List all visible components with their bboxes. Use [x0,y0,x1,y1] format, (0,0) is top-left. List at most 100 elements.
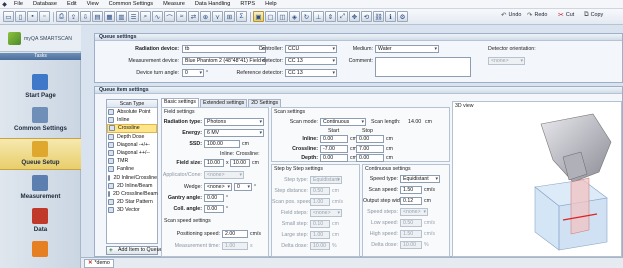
document-tab[interactable]: ✕ *demo [84,258,114,268]
menu-database[interactable]: Database [28,0,62,9]
table-icon[interactable]: ▥ [116,11,127,22]
stats-icon[interactable]: Σ [236,11,247,22]
link-icon[interactable]: ⛓ [373,11,384,22]
new-icon[interactable]: ▯ [15,11,26,22]
depth-start-field[interactable]: 0.00 [320,154,348,162]
scan-type-item[interactable]: Diagonal ++/-- [107,149,157,157]
scan-speed-field[interactable]: 1.50 [400,186,422,194]
scan-type-item[interactable]: 2D Star Pattern [107,198,157,206]
measurement-time-field[interactable]: 1.00 [222,242,248,250]
3d-view-panel[interactable]: 3D view [452,101,622,257]
measure-icon[interactable]: ⊞ [224,11,235,22]
inline-stop-field[interactable]: 0.00 [356,135,384,143]
detector-orientation-select[interactable]: <none> [488,57,525,65]
filter-icon[interactable]: ⋎ [212,11,223,22]
rotate-icon[interactable]: ↻ [301,11,312,22]
wedge-angle-select[interactable]: 0 [234,183,252,191]
radiation-type-select[interactable]: Photons [204,118,264,126]
scan-type-item[interactable]: TMR [107,157,157,165]
save-as-icon[interactable]: ▫ [39,11,50,22]
scan-type-item[interactable]: 3D Vector [107,206,157,214]
scan-type-item[interactable]: Inline [107,116,157,124]
print-icon[interactable]: ⎙ [56,11,67,22]
scan-mode-select[interactable]: Continuous [320,118,366,126]
sync-icon[interactable]: ⟲ [361,11,372,22]
tab-2d-settings[interactable]: 2D Settings [248,99,282,107]
task-analysis[interactable] [0,239,81,268]
output-step-width-field[interactable]: 0.12 [400,197,422,205]
task-common-settings[interactable]: Common Settings [0,105,81,137]
depth-stop-field[interactable]: 0.00 [356,154,384,162]
gantry-angle-field[interactable]: 0.00 [204,194,224,202]
speed-steps-select[interactable]: <none> [400,208,428,216]
crossline-start-field[interactable]: -7.00 [320,145,348,153]
app-system-icon[interactable]: ◆ [0,0,9,9]
field-size-crossline-field[interactable]: 10.00 [230,159,250,167]
scan-type-item[interactable]: 2D Inline/Crossline [107,174,157,182]
analyze-icon[interactable]: ∿ [152,11,163,22]
medium-select[interactable]: Water [375,45,439,53]
redo-button[interactable]: ↷ Redo [527,11,547,19]
fit-icon[interactable]: ⤢ [337,11,348,22]
scan-type-item[interactable]: Absolute Point [107,108,157,116]
compare-icon[interactable]: ⇄ [188,11,199,22]
grid-icon[interactable]: ▦ [104,11,115,22]
menu-data-handling[interactable]: Data Handling [190,0,235,9]
axes-icon[interactable]: ⊥ [313,11,324,22]
field-size-inline-field[interactable]: 10.00 [204,159,224,167]
info-icon[interactable]: ℹ [385,11,396,22]
pan-icon[interactable]: ✥ [349,11,360,22]
settings-icon[interactable]: ⚙ [397,11,408,22]
merge-icon[interactable]: ⊕ [200,11,211,22]
crossline-stop-field[interactable]: 7.00 [356,145,384,153]
device-turn-angle-select[interactable]: 0 [182,69,204,77]
task-data[interactable]: Data [0,206,81,238]
scan-type-item[interactable]: Depth Dose [107,133,157,141]
scan-type-item[interactable]: Crossline [107,124,157,133]
profile-icon[interactable]: ⌒ [164,11,175,22]
scale-icon[interactable]: ⇕ [325,11,336,22]
scan-type-item[interactable]: Diagonal -+/+- [107,141,157,149]
export-icon[interactable]: ⇪ [68,11,79,22]
coll-angle-field[interactable]: 0.00 [204,205,224,213]
step-setting-field[interactable]: 10.00 [310,242,330,250]
view-3d-icon[interactable]: ◈ [289,11,300,22]
inline-start-field[interactable]: 0.00 [320,135,348,143]
task-queue-setup[interactable]: Queue Setup [0,138,81,170]
high-speed-field[interactable]: 1.50 [400,230,422,238]
reference-detector-select[interactable]: CC 13 [285,69,337,77]
scan-type-item[interactable]: 2D Inline/Beam [107,182,157,190]
menu-rtps[interactable]: RTPS [235,0,260,9]
menu-edit[interactable]: Edit [62,0,82,9]
zoom-icon[interactable]: ⌕ [140,11,151,22]
open-icon[interactable]: ▭ [3,11,14,22]
step-setting-field[interactable]: 1.00 [310,198,330,206]
task-start-page[interactable]: Start Page [0,72,81,104]
split-icon[interactable]: ◫ [277,11,288,22]
scan-type-item[interactable]: Fanline [107,165,157,173]
chart-icon[interactable]: ▤ [92,11,103,22]
step-setting-field[interactable]: 0.10 [310,220,330,228]
task-measurement[interactable]: Measurement [0,173,81,205]
delta-dose-field[interactable]: 10.00 [400,241,422,249]
close-tab-icon[interactable]: ✕ [88,259,92,267]
menu-file[interactable]: File [9,0,28,9]
speed-type-select[interactable]: Equidistant [400,175,440,183]
curve-icon[interactable]: ≈ [176,11,187,22]
menu-common-settings[interactable]: Common Settings [104,0,158,9]
step-setting-field[interactable]: <none> [310,209,342,217]
energy-select[interactable]: 6 MV [204,129,264,137]
menu-help[interactable]: Help [260,0,282,9]
wedge-select[interactable]: <none> [204,183,232,191]
low-speed-field[interactable]: 0.50 [400,219,422,227]
step-setting-field[interactable]: Equidistant [310,176,342,184]
list-icon[interactable]: ☰ [128,11,139,22]
add-item-to-queue-button[interactable]: + Add Item to Queue [106,246,162,255]
field-detector-select[interactable]: CC 13 [285,57,337,65]
controller-select[interactable]: CCU [285,45,337,53]
tab-extended-settings[interactable]: Extended settings [200,99,248,107]
step-setting-field[interactable]: 1.00 [310,231,330,239]
cut-button[interactable]: ✂ Cut [558,11,574,19]
scan-type-item[interactable]: 2D Crossline/Beam [107,190,158,198]
applicator-cone-select[interactable]: <none> [204,171,244,179]
